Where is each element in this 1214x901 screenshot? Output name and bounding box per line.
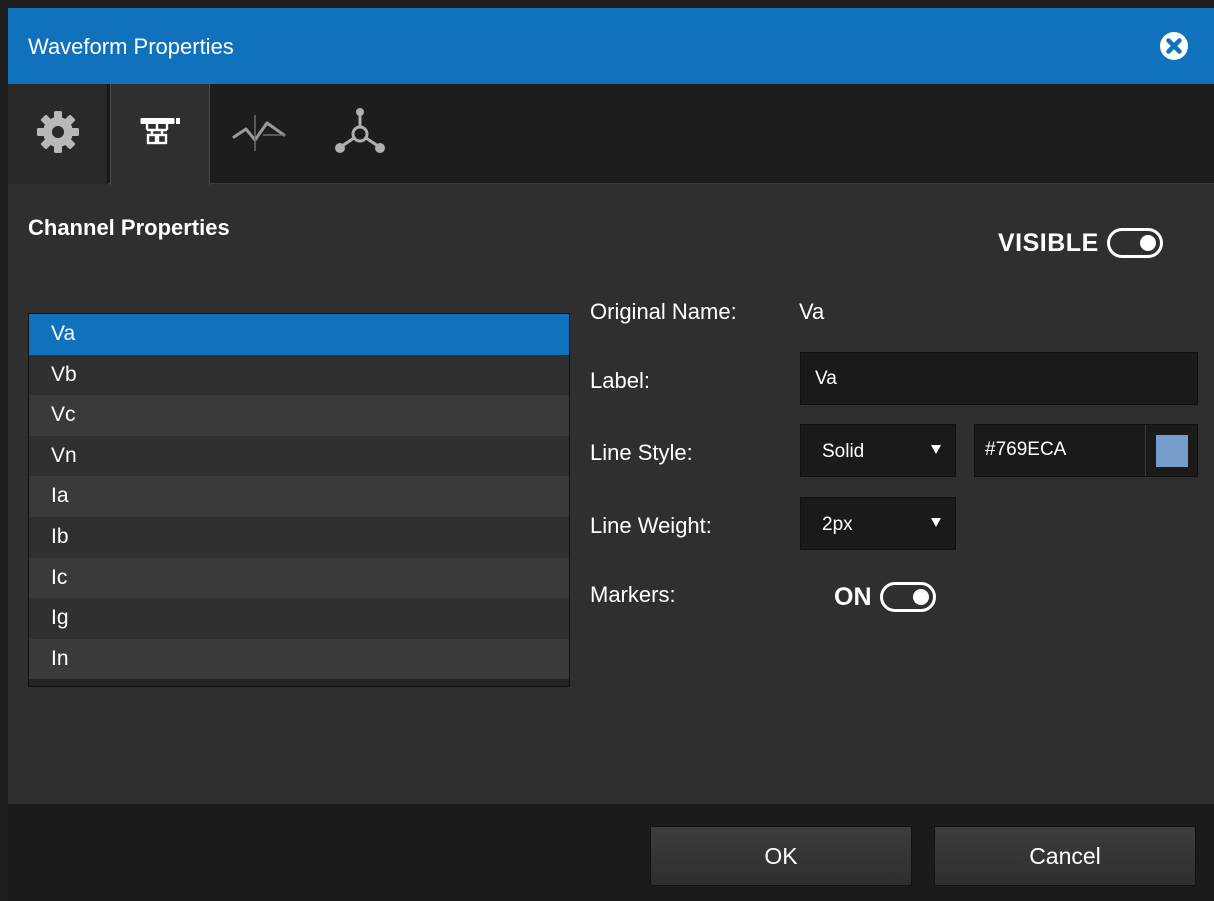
label-input[interactable]: Va — [800, 352, 1198, 405]
color-swatch-button[interactable] — [1145, 425, 1197, 476]
channels-hierarchy-icon — [139, 115, 181, 154]
tab-channels[interactable] — [110, 84, 210, 185]
line-weight-label: Line Weight: — [590, 513, 712, 538]
ok-button[interactable]: OK — [650, 826, 912, 886]
line-weight-value: 2px — [822, 514, 853, 535]
markers-label: Markers: — [590, 582, 676, 607]
tab-settings[interactable] — [8, 84, 108, 184]
channel-item-ib[interactable]: Ib — [29, 516, 569, 558]
gear-icon — [35, 109, 81, 160]
channel-item-ig[interactable]: Ig — [29, 598, 569, 639]
toggle-switch-icon — [1106, 228, 1163, 258]
window-frame-top — [0, 0, 1214, 8]
channel-list[interactable]: Va Vb Vc Vn Ia Ib Ic Ig In — [28, 313, 570, 687]
cancel-button[interactable]: Cancel — [934, 826, 1196, 886]
waveform-properties-dialog: Waveform Properties Channel Properties V… — [8, 8, 1214, 901]
line-style-value: Solid — [822, 441, 865, 462]
color-hex-field[interactable]: #769ECA — [974, 424, 1198, 477]
channel-item-vb[interactable]: Vb — [29, 354, 569, 396]
original-name-label: Original Name: — [590, 299, 737, 324]
tab-bar — [8, 84, 1214, 185]
markers-toggle[interactable]: ON — [834, 582, 936, 612]
channel-item-ia[interactable]: Ia — [29, 476, 569, 517]
channel-item-va[interactable]: Va — [29, 314, 569, 355]
tab-trend[interactable] — [210, 84, 310, 184]
line-style-select[interactable]: Solid — [800, 424, 956, 477]
visible-toggle[interactable]: VISIBLE — [998, 228, 1163, 258]
markers-state-label: ON — [834, 582, 872, 611]
channel-item-in[interactable]: In — [29, 638, 569, 680]
chevron-down-icon — [931, 518, 941, 527]
line-style-label: Line Style: — [590, 440, 693, 465]
dialog-footer: OK Cancel — [8, 804, 1214, 901]
color-hex-value: #769ECA — [985, 439, 1067, 460]
tab-network[interactable] — [310, 84, 410, 184]
network-nodes-icon — [331, 107, 389, 162]
dialog-title: Waveform Properties — [28, 34, 234, 59]
close-icon[interactable] — [1159, 31, 1189, 61]
title-bar: Waveform Properties — [8, 8, 1214, 84]
trend-line-icon — [231, 109, 289, 160]
label-field-label: Label: — [590, 368, 650, 393]
toggle-switch-icon — [879, 582, 936, 612]
label-input-value: Va — [815, 367, 837, 389]
channel-item-vc[interactable]: Vc — [29, 395, 569, 436]
original-name-value: Va — [799, 299, 825, 324]
visible-label: VISIBLE — [998, 228, 1099, 257]
line-weight-select[interactable]: 2px — [800, 497, 956, 550]
color-swatch — [1155, 434, 1188, 467]
window-frame-left — [0, 0, 8, 901]
channel-item-ic[interactable]: Ic — [29, 557, 569, 599]
chevron-down-icon — [931, 445, 941, 454]
section-title: Channel Properties — [28, 215, 230, 240]
channel-item-vn[interactable]: Vn — [29, 435, 569, 477]
